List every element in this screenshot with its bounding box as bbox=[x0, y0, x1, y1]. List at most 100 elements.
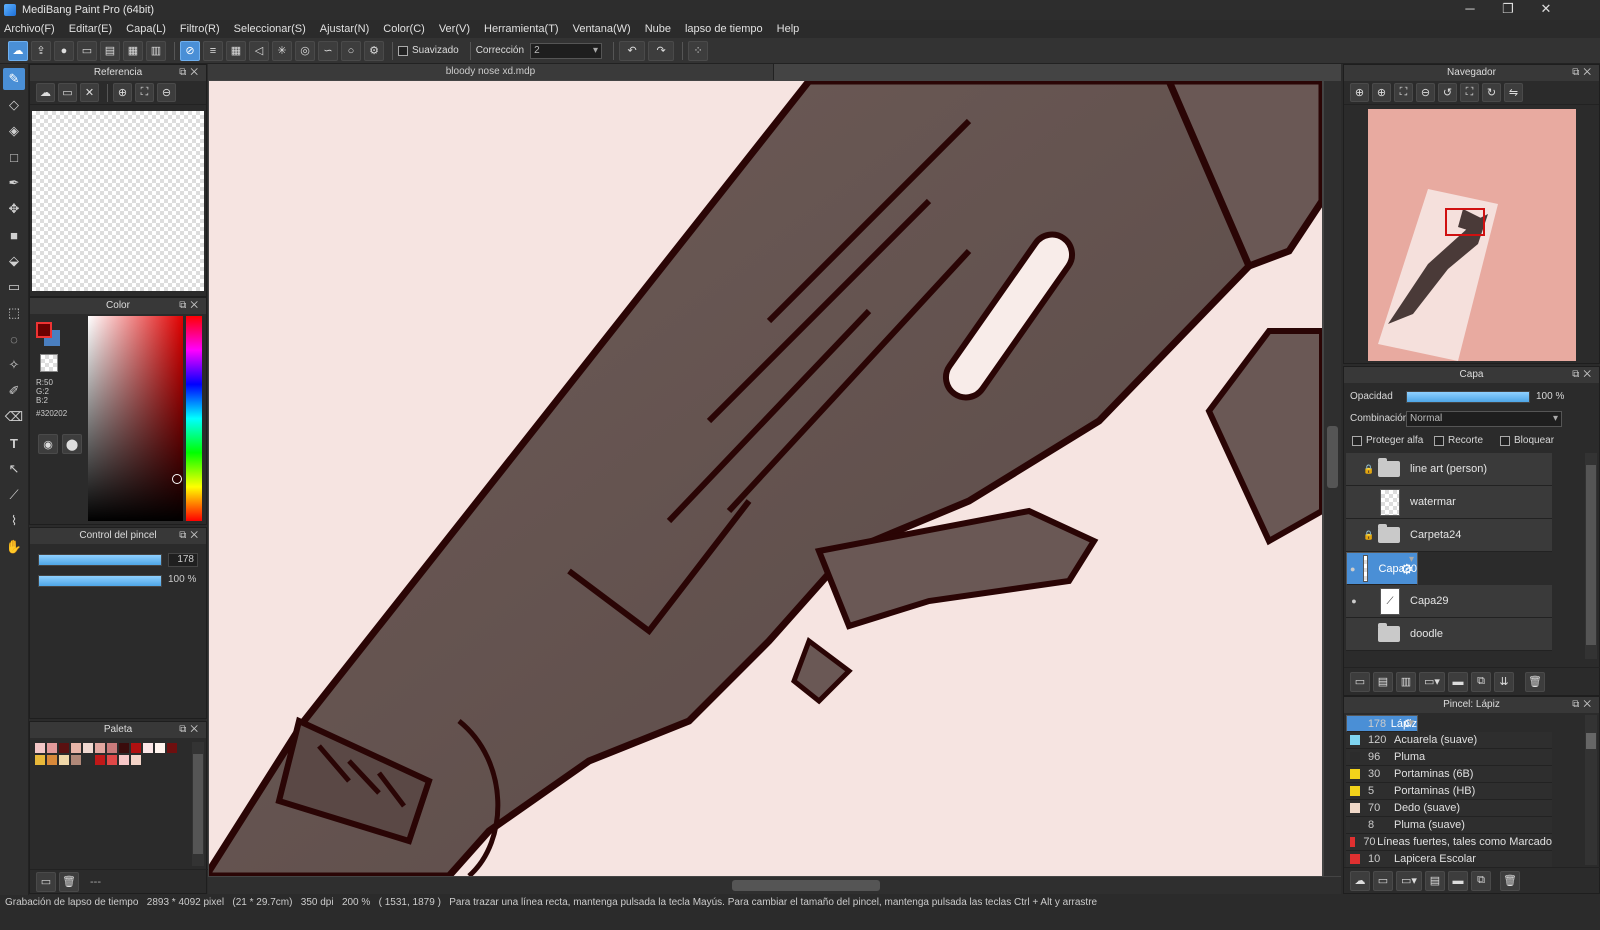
menu-window[interactable]: Ventana(W) bbox=[573, 23, 631, 35]
layer-scroll-thumb[interactable] bbox=[1586, 465, 1596, 645]
fill-rect-icon[interactable]: ■ bbox=[3, 224, 25, 246]
close-icon[interactable]: ✕ bbox=[80, 83, 99, 102]
palette-swatch[interactable] bbox=[131, 755, 141, 765]
duplicate-brush-icon[interactable]: ⧉ bbox=[1471, 870, 1491, 891]
menu-layer[interactable]: Capa(L) bbox=[126, 23, 166, 35]
settings-snap-icon[interactable]: ⚙ bbox=[364, 40, 384, 61]
layer-row-line-art[interactable]: 🔒 line art (person) bbox=[1346, 453, 1552, 486]
gradient-tool-icon[interactable]: ▭ bbox=[3, 276, 25, 298]
cloud-icon[interactable]: ☁ bbox=[8, 40, 28, 61]
document-icon[interactable]: ▤ bbox=[100, 40, 120, 61]
color-cursor[interactable] bbox=[172, 474, 182, 484]
menu-select[interactable]: Seleccionar(S) bbox=[234, 23, 306, 35]
clipping-checkbox[interactable] bbox=[1434, 435, 1444, 446]
menu-view[interactable]: Ver(V) bbox=[439, 23, 470, 35]
menu-cloud[interactable]: Nube bbox=[645, 23, 671, 35]
zoom-in-icon[interactable]: ⊕ bbox=[113, 83, 132, 102]
delete-layer-icon[interactable]: 🗑 bbox=[1525, 671, 1545, 692]
brush-scroll-thumb[interactable] bbox=[1586, 733, 1596, 749]
layer-settings-icon[interactable]: ⚙ bbox=[1400, 562, 1413, 576]
palette-swatch[interactable] bbox=[107, 743, 117, 753]
palette-swatch[interactable] bbox=[47, 755, 57, 765]
panel-icon[interactable]: ▥ bbox=[146, 40, 166, 61]
brush-item-lineas-fuertes[interactable]: 70 Líneas fuertes, tales como Marcado bbox=[1346, 834, 1552, 851]
circle-snap-icon[interactable]: ○ bbox=[341, 40, 361, 61]
protect-alpha-option[interactable]: Proteger alfa bbox=[1352, 435, 1423, 446]
primary-color-swatch[interactable] bbox=[36, 322, 52, 338]
folder-open-icon[interactable]: ▭ bbox=[58, 83, 77, 102]
duplicate-layer-icon[interactable]: ⧉ bbox=[1471, 671, 1491, 692]
brush-opacity-slider[interactable] bbox=[38, 575, 162, 587]
menu-help[interactable]: Help bbox=[777, 23, 800, 35]
new-halftone-layer-icon[interactable]: ▤ bbox=[1373, 671, 1393, 692]
color-picker-icon[interactable]: ⬤ bbox=[62, 434, 82, 454]
panel-buttons[interactable]: ⧉✕ bbox=[179, 298, 202, 314]
zoom-out-icon[interactable]: ⊖ bbox=[1416, 83, 1435, 102]
hue-slider[interactable] bbox=[186, 316, 202, 521]
palette-swatch[interactable] bbox=[59, 755, 69, 765]
add-brush-dropdown-icon[interactable]: ▭▾ bbox=[1396, 870, 1422, 891]
brush-item-portaminas-6b[interactable]: 30 Portaminas (6B) bbox=[1346, 766, 1552, 783]
palette-swatch[interactable] bbox=[83, 755, 93, 765]
brush-item-pluma-suave[interactable]: 8 Pluma (suave) bbox=[1346, 817, 1552, 834]
palette-swatch[interactable] bbox=[71, 755, 81, 765]
delete-palette-icon[interactable]: 🗑 bbox=[59, 871, 79, 892]
vertical-scroll-thumb[interactable] bbox=[1327, 426, 1338, 488]
visibility-icon[interactable]: ● bbox=[1350, 562, 1355, 576]
merge-layer-icon[interactable]: ⇊ bbox=[1494, 671, 1514, 692]
palette-swatch[interactable] bbox=[167, 743, 177, 753]
pen-tool-icon[interactable]: ✒ bbox=[3, 172, 25, 194]
cloud-brush-icon[interactable]: ☁ bbox=[1350, 870, 1370, 891]
layer-row-capa30[interactable]: ● Capa30 ⚙ bbox=[1346, 552, 1418, 585]
blur-eraser-icon[interactable]: ◈ bbox=[3, 120, 25, 142]
delete-brush-icon[interactable]: 🗑 bbox=[1500, 870, 1520, 891]
panel-buttons[interactable]: ⧉✕ bbox=[179, 722, 202, 738]
zoom-in-alt-icon[interactable]: ⊕ bbox=[1372, 83, 1391, 102]
protect-alpha-checkbox[interactable] bbox=[1352, 435, 1362, 446]
eraser-tool-icon[interactable]: ◇ bbox=[3, 94, 25, 116]
palette-scrollbar[interactable] bbox=[192, 742, 204, 866]
new-8bit-layer-icon[interactable]: ▥ bbox=[1396, 671, 1416, 692]
brush-tool-icon[interactable]: ✎ bbox=[3, 68, 25, 90]
parallel-snap-icon[interactable]: ≡ bbox=[203, 40, 223, 61]
palette-swatch[interactable] bbox=[119, 755, 129, 765]
brush-item-lapiz[interactable]: 178 Lápiz ⚙ bbox=[1346, 715, 1418, 732]
menu-file[interactable]: Archivo(F) bbox=[4, 23, 55, 35]
canvas-vertical-scrollbar[interactable] bbox=[1324, 81, 1341, 876]
cloud-upload-icon[interactable]: ☁ bbox=[36, 83, 55, 102]
brush-item-dedo[interactable]: 70 Dedo (suave) bbox=[1346, 800, 1552, 817]
flip-icon[interactable]: ⇋ bbox=[1504, 83, 1523, 102]
blend-mode-select[interactable]: Normal bbox=[1406, 411, 1562, 427]
brush-item-portaminas-hb[interactable]: 5 Portaminas (HB) bbox=[1346, 783, 1552, 800]
canvas-horizontal-scrollbar[interactable] bbox=[208, 877, 1341, 894]
lock-checkbox[interactable] bbox=[1500, 435, 1510, 446]
rectangle-tool-icon[interactable]: □ bbox=[3, 146, 25, 168]
palette-swatch[interactable] bbox=[95, 755, 105, 765]
panel-buttons[interactable]: ⧉✕ bbox=[1572, 697, 1595, 713]
fit-icon[interactable]: ⛶ bbox=[135, 83, 154, 102]
lasso-tool-icon[interactable]: ◌ bbox=[3, 328, 25, 350]
palette-scroll-thumb[interactable] bbox=[193, 754, 203, 854]
zoom-out-icon[interactable]: ⊖ bbox=[157, 83, 176, 102]
brush-item-acuarela[interactable]: 120 Acuarela (suave) bbox=[1346, 732, 1552, 749]
reference-canvas[interactable] bbox=[32, 111, 204, 291]
add-layer-dropdown-icon[interactable]: ▭▾ bbox=[1419, 671, 1445, 692]
new-brush-icon[interactable]: ▭ bbox=[1373, 870, 1393, 891]
menu-filter[interactable]: Filtro(R) bbox=[180, 23, 220, 35]
palette-swatch[interactable] bbox=[143, 743, 153, 753]
panel-buttons[interactable]: ⧉✕ bbox=[1572, 65, 1595, 81]
perspective-snap-icon[interactable]: ◁ bbox=[249, 40, 269, 61]
close-window-button[interactable]: ✕ bbox=[1528, 0, 1564, 20]
maximize-button[interactable]: ❐ bbox=[1490, 0, 1526, 20]
menu-timelapse[interactable]: lapso de tiempo bbox=[685, 23, 763, 35]
menu-color[interactable]: Color(C) bbox=[383, 23, 425, 35]
brush-item-lapicera[interactable]: 10 Lapicera Escolar bbox=[1346, 851, 1552, 868]
undo-icon[interactable]: ↶ bbox=[619, 40, 646, 61]
palette-swatch[interactable] bbox=[47, 743, 57, 753]
hand-tool-icon[interactable]: ✋ bbox=[3, 536, 25, 558]
transparent-color-swatch[interactable] bbox=[40, 354, 58, 372]
smoothing-checkbox[interactable] bbox=[398, 45, 408, 56]
layer-scrollbar[interactable] bbox=[1585, 453, 1597, 659]
eyedropper-icon[interactable]: ⌇ bbox=[3, 510, 25, 532]
zoom-in-icon[interactable]: ⊕ bbox=[1350, 83, 1369, 102]
